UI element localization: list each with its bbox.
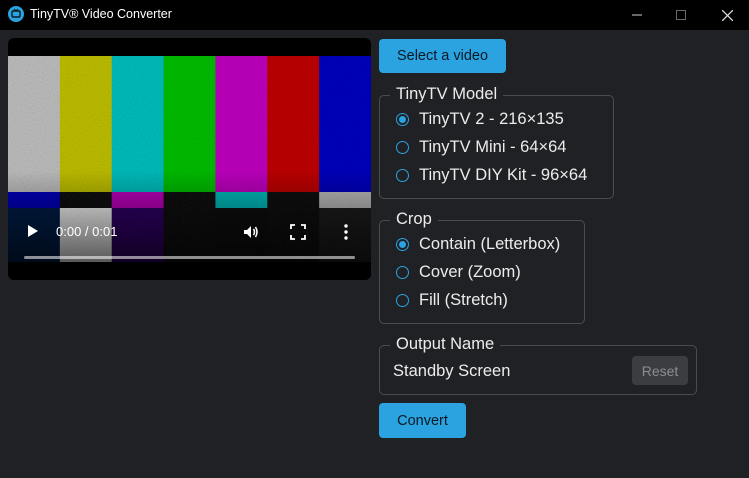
model-option-label: TinyTV Mini - 64×64 [419,138,567,156]
model-option-label: TinyTV 2 - 216×135 [419,110,564,128]
video-player[interactable]: 0:00 / 0:01 [8,38,371,280]
fullscreen-icon[interactable] [290,224,306,240]
crop-legend: Crop [390,210,438,229]
minimize-button[interactable] [614,0,660,30]
model-option-tinytv-mini[interactable]: TinyTV Mini - 64×64 [396,138,567,157]
radio-icon[interactable] [396,113,409,126]
title-bar[interactable]: TinyTV® Video Converter [0,0,749,30]
close-icon [721,9,733,21]
convert-button[interactable]: Convert [379,403,466,438]
crop-option-label: Contain (Letterbox) [419,235,561,253]
output-name-group: Output Name Reset [379,335,697,395]
radio-icon[interactable] [396,294,409,307]
window-title: TinyTV® Video Converter [30,7,172,21]
tinytv-model-group: TinyTV Model TinyTV 2 - 216×135 TinyTV M… [379,85,614,199]
minimize-icon [632,14,642,16]
output-name-input[interactable] [393,360,623,382]
maximize-icon [676,10,686,20]
tinytv-model-legend: TinyTV Model [390,85,504,104]
model-option-tinytv-2[interactable]: TinyTV 2 - 216×135 [396,110,564,129]
reset-button[interactable]: Reset [632,356,688,385]
crop-option-cover[interactable]: Cover (Zoom) [396,263,521,282]
play-icon[interactable] [24,223,40,239]
crop-option-label: Fill (Stretch) [419,291,508,309]
crop-option-contain[interactable]: Contain (Letterbox) [396,235,560,254]
radio-icon[interactable] [396,169,409,182]
radio-icon[interactable] [396,238,409,251]
radio-icon[interactable] [396,266,409,279]
crop-option-fill[interactable]: Fill (Stretch) [396,291,508,310]
maximize-button[interactable] [658,0,704,30]
volume-icon[interactable] [242,223,260,241]
close-button[interactable] [704,0,749,30]
radio-icon[interactable] [396,141,409,154]
video-controls: 0:00 / 0:01 [8,38,371,280]
tinytv-app-icon [8,6,24,22]
time-readout: 0:00 / 0:01 [56,224,118,239]
crop-option-label: Cover (Zoom) [419,263,521,281]
crop-group: Crop Contain (Letterbox) Cover (Zoom) Fi… [379,210,585,324]
app-window: TinyTV® Video Converter 0:00 / 0:01 Sele… [0,0,749,478]
output-name-legend: Output Name [390,335,501,354]
select-video-button[interactable]: Select a video [379,39,506,73]
more-options-icon[interactable] [340,223,352,241]
seek-bar[interactable] [24,256,355,259]
model-option-label: TinyTV DIY Kit - 96×64 [419,166,588,184]
model-option-tinytv-diy-kit[interactable]: TinyTV DIY Kit - 96×64 [396,166,587,185]
